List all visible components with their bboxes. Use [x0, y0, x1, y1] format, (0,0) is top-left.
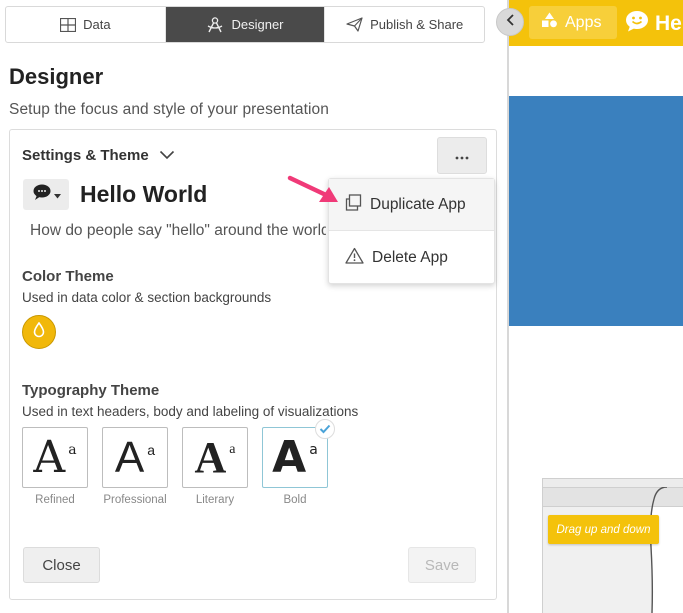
typography-option-literary[interactable]: A a Literary: [182, 427, 248, 506]
apps-button[interactable]: Apps: [529, 6, 617, 39]
paper-plane-icon: [346, 17, 363, 32]
tab-designer-label: Designer: [231, 17, 284, 32]
color-theme-swatch[interactable]: [22, 315, 56, 349]
check-icon: [315, 419, 335, 439]
typography-sample-small: a: [229, 442, 236, 457]
tab-designer[interactable]: Designer: [165, 7, 326, 42]
tab-data[interactable]: Data: [6, 7, 166, 42]
color-theme-description: Used in data color & section backgrounds: [22, 290, 272, 305]
app-options-menu: Duplicate App Delete App: [328, 178, 495, 284]
page-subtitle: Setup the focus and style of your presen…: [9, 101, 329, 118]
close-button[interactable]: Close: [23, 547, 100, 583]
app-icon-picker[interactable]: [23, 179, 69, 210]
color-theme-title: Color Theme: [22, 268, 114, 285]
settings-header[interactable]: Settings & Theme: [22, 147, 175, 164]
app-preview: Apps He Drag up and down: [509, 0, 683, 613]
preview-brand-label: He: [655, 12, 682, 35]
typography-option-label: Bold: [283, 494, 307, 506]
typography-preview[interactable]: A a: [102, 427, 168, 488]
speech-bubble-icon: [32, 183, 52, 206]
typography-preview[interactable]: A a: [22, 427, 88, 488]
warning-icon: [345, 247, 364, 269]
typography-sample-big: A: [114, 432, 145, 482]
typography-options: A a Refined A a Professional A a Literar…: [22, 419, 335, 506]
ellipsis-icon: [455, 147, 469, 165]
typography-sample-small: a: [309, 442, 318, 458]
preview-hero-section: [509, 96, 683, 326]
app-title[interactable]: Hello World: [80, 181, 207, 208]
top-tabs: Data Designer Publish & Share: [5, 6, 485, 43]
copy-icon: [345, 193, 362, 216]
table-icon: [60, 17, 77, 32]
typography-option-professional[interactable]: A a Professional: [102, 427, 168, 506]
delete-app-label: Delete App: [372, 249, 448, 266]
tab-data-label: Data: [83, 17, 111, 32]
typography-sample-big: A: [272, 431, 307, 483]
typography-option-label: Literary: [195, 494, 235, 506]
more-options-button[interactable]: [437, 137, 487, 174]
typography-option-refined[interactable]: A a Refined: [22, 427, 88, 506]
typography-option-label: Professional: [103, 494, 167, 506]
typography-option-bold[interactable]: A a Bold: [262, 419, 335, 506]
typography-theme-title: Typography Theme: [22, 382, 160, 399]
preview-topbar: Apps He: [509, 0, 683, 46]
designer-panel: Data Designer Publish & Share Designer S…: [0, 0, 507, 613]
smiley-icon: [625, 10, 649, 38]
app-description[interactable]: How do people say "hello" around the wor…: [30, 222, 326, 240]
droplet-icon: [33, 321, 45, 343]
typography-sample-big: A: [33, 431, 66, 483]
typography-option-label: Refined: [35, 494, 75, 506]
tab-publish-share-label: Publish & Share: [370, 17, 464, 32]
chevron-left-icon: [506, 13, 515, 31]
duplicate-app-menu-item[interactable]: Duplicate App: [329, 179, 494, 231]
drag-tooltip: Drag up and down: [548, 515, 659, 544]
save-button[interactable]: Save: [408, 547, 476, 583]
typography-sample-small: a: [68, 442, 77, 458]
preview-phone-edge: [649, 487, 668, 613]
caret-down-icon: [53, 186, 61, 204]
typography-sample-small: a: [147, 442, 156, 458]
designer-icon: [206, 16, 224, 33]
typography-sample-big: A: [194, 432, 227, 482]
apps-button-label: Apps: [565, 13, 602, 31]
duplicate-app-label: Duplicate App: [370, 195, 466, 213]
pointer-arrow-icon: [287, 175, 338, 202]
settings-title: Settings & Theme: [22, 147, 149, 164]
typography-theme-description: Used in text headers, body and labeling …: [22, 404, 359, 419]
collapse-panel-button[interactable]: [496, 8, 524, 36]
typography-preview[interactable]: A a: [262, 419, 335, 488]
shapes-icon: [541, 12, 558, 33]
chevron-down-icon: [159, 147, 175, 164]
page-title: Designer: [9, 64, 104, 89]
delete-app-menu-item[interactable]: Delete App: [329, 232, 494, 284]
tab-publish-share[interactable]: Publish & Share: [325, 7, 484, 42]
typography-preview[interactable]: A a: [182, 427, 248, 488]
preview-app-title: He: [625, 10, 682, 38]
